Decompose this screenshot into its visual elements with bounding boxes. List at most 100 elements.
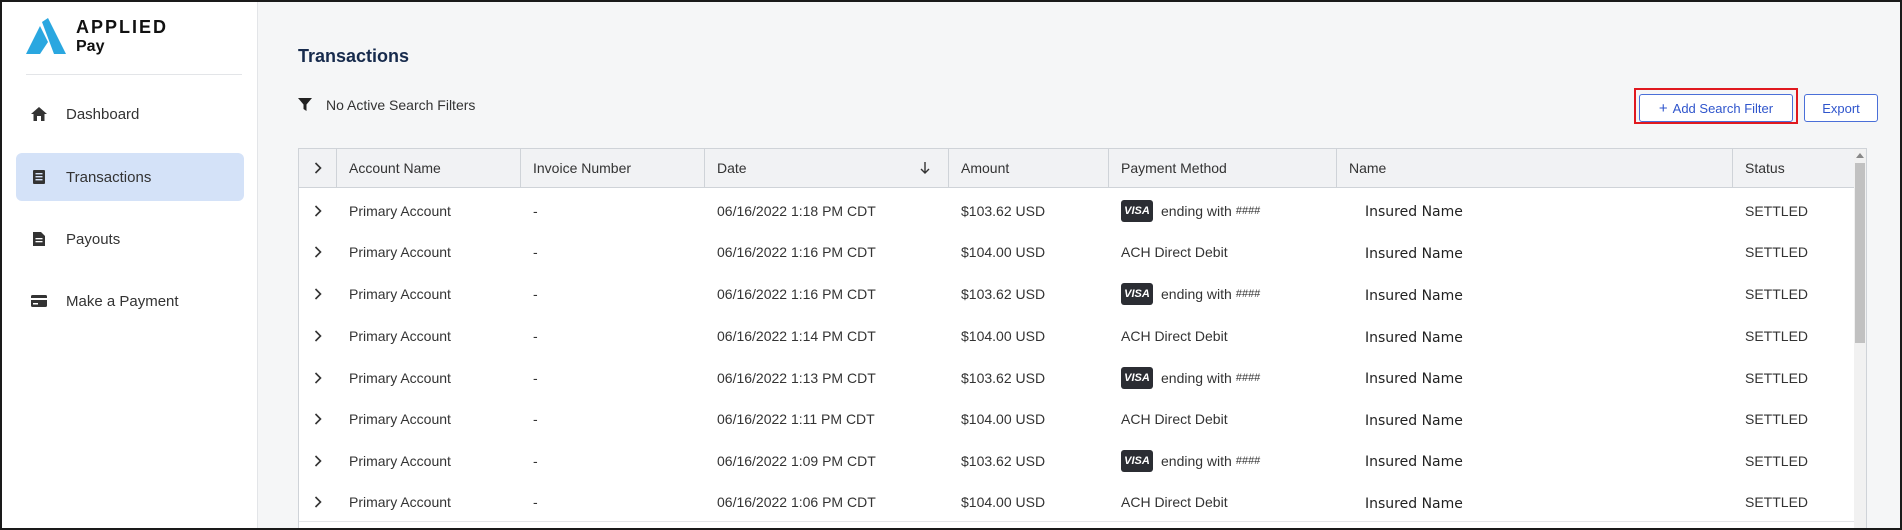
table-row[interactable]: Primary Account - 06/16/2022 1:11 PM CDT $1… bbox=[299, 400, 1854, 439]
table-row[interactable]: Primary Account - 06/16/2022 1:14 PM CDT $1… bbox=[299, 317, 1854, 356]
home-icon bbox=[30, 105, 48, 123]
column-header-label: Name bbox=[1349, 160, 1387, 176]
masked-card-number: #### bbox=[1235, 204, 1261, 217]
row-expand-toggle[interactable] bbox=[299, 271, 337, 317]
app-window: APPLIED Pay Dashboard Transactions Payou… bbox=[0, 0, 1902, 530]
cell-date: 06/16/2022 1:14 PM CDT bbox=[717, 328, 876, 344]
row-expand-toggle[interactable] bbox=[299, 317, 337, 355]
cell-status: SETTLED bbox=[1745, 244, 1809, 260]
sidebar-item-dashboard[interactable]: Dashboard bbox=[16, 90, 244, 138]
cell-date: 06/16/2022 1:09 PM CDT bbox=[717, 452, 876, 469]
cell-name: Insured Name bbox=[1365, 371, 1463, 387]
expand-all-toggle[interactable] bbox=[299, 149, 337, 187]
chevron-right-icon bbox=[314, 330, 322, 342]
cell-name: Insured Name bbox=[1365, 287, 1463, 304]
cell-amount: $104.00 USD bbox=[961, 411, 1046, 427]
sidebar-item-payouts[interactable]: Payouts bbox=[16, 215, 244, 263]
chevron-right-icon bbox=[314, 162, 322, 174]
credit-card-icon bbox=[30, 292, 48, 310]
cell-invoice-number: - bbox=[533, 411, 538, 427]
payment-method-text: ending with bbox=[1161, 452, 1232, 469]
sort-descending-icon bbox=[920, 162, 930, 174]
row-expand-toggle[interactable] bbox=[299, 400, 337, 438]
column-header-amount[interactable]: Amount bbox=[949, 149, 1109, 187]
cell-name: Insured Name bbox=[1365, 454, 1463, 470]
column-header-name[interactable]: Name bbox=[1337, 149, 1733, 187]
cell-status: SETTLED bbox=[1745, 202, 1809, 219]
cell-account-name: Primary Account bbox=[349, 494, 451, 510]
sidebar-item-label: Make a Payment bbox=[66, 292, 179, 310]
masked-card-number: #### bbox=[1235, 454, 1261, 467]
column-header-status[interactable]: Status bbox=[1733, 149, 1854, 187]
column-header-invoice-number[interactable]: Invoice Number bbox=[521, 149, 705, 187]
divider bbox=[26, 74, 242, 75]
row-expand-toggle[interactable] bbox=[299, 233, 337, 271]
cell-amount: $103.62 USD bbox=[961, 202, 1046, 219]
vertical-scrollbar[interactable] bbox=[1854, 149, 1866, 528]
cell-amount: $104.00 USD bbox=[961, 244, 1046, 260]
column-header-label: Invoice Number bbox=[533, 160, 632, 176]
column-header-label: Amount bbox=[961, 160, 1010, 176]
cell-date: 06/16/2022 1:16 PM CDT bbox=[717, 286, 876, 302]
applied-pay-logo[interactable]: APPLIED Pay bbox=[26, 17, 236, 58]
table-row[interactable]: Primary Account - 06/16/2022 1:06 PM CDT $1… bbox=[299, 483, 1854, 522]
add-search-filter-button[interactable]: + Add Search Filter bbox=[1639, 94, 1793, 122]
row-expand-toggle[interactable] bbox=[299, 355, 337, 400]
cell-date: 06/16/2022 1:13 PM CDT bbox=[717, 369, 876, 386]
cell-invoice-number: - bbox=[533, 328, 538, 344]
cell-name: Insured Name bbox=[1365, 329, 1463, 346]
table-header: Account Name Invoice Number Date Amount … bbox=[299, 149, 1854, 188]
cell-invoice-number: - bbox=[533, 244, 538, 260]
cell-amount: $103.62 USD bbox=[961, 452, 1046, 469]
row-expand-toggle[interactable] bbox=[299, 483, 337, 521]
cell-account-name: Primary Account bbox=[349, 328, 451, 344]
visa-card-icon: VISA bbox=[1121, 283, 1153, 305]
scrollbar-thumb[interactable] bbox=[1855, 163, 1865, 343]
scroll-up-arrow-icon[interactable] bbox=[1856, 153, 1864, 158]
brand-product: Pay bbox=[76, 38, 105, 55]
cell-amount: $104.00 USD bbox=[961, 494, 1046, 510]
cell-payment-method: VISA ending with #### bbox=[1121, 438, 1335, 483]
column-header-account-name[interactable]: Account Name bbox=[337, 149, 521, 187]
cell-status: SETTLED bbox=[1745, 286, 1809, 302]
applied-logo-icon bbox=[26, 18, 66, 54]
cell-status: SETTLED bbox=[1745, 494, 1809, 510]
sidebar-item-transactions[interactable]: Transactions bbox=[16, 153, 244, 201]
chevron-right-icon bbox=[314, 454, 322, 467]
cell-payment-method: ACH Direct Debit bbox=[1121, 328, 1228, 344]
cell-payment-method: ACH Direct Debit bbox=[1121, 411, 1228, 427]
cell-payment-method: VISA ending with #### bbox=[1121, 355, 1335, 400]
cell-date: 06/16/2022 1:16 PM CDT bbox=[717, 244, 876, 260]
cell-date: 06/16/2022 1:18 PM CDT bbox=[717, 202, 876, 219]
cell-status: SETTLED bbox=[1745, 328, 1809, 344]
cell-account-name: Primary Account bbox=[349, 286, 451, 302]
row-expand-toggle[interactable] bbox=[299, 188, 337, 233]
page-title: Transactions bbox=[298, 46, 410, 66]
transactions-table: Account Name Invoice Number Date Amount … bbox=[298, 148, 1867, 528]
cell-date: 06/16/2022 1:11 PM CDT bbox=[717, 411, 875, 427]
column-header-label: Account Name bbox=[349, 160, 441, 176]
sidebar-item-label: Dashboard bbox=[66, 105, 140, 123]
table-row[interactable]: Primary Account - 06/16/2022 1:13 PM CDT $1… bbox=[299, 355, 1854, 401]
table-row[interactable]: Primary Account - 06/16/2022 1:18 PM CDT $1… bbox=[299, 188, 1854, 234]
chevron-right-icon bbox=[314, 288, 322, 300]
sidebar-item-make-a-payment[interactable]: Make a Payment bbox=[16, 277, 244, 325]
filter-status-text: No Active Search Filters bbox=[326, 97, 476, 113]
cell-date: 06/16/2022 1:06 PM CDT bbox=[717, 494, 876, 510]
row-expand-toggle[interactable] bbox=[299, 438, 337, 483]
cell-amount: $103.62 USD bbox=[961, 369, 1046, 386]
export-button[interactable]: Export bbox=[1804, 94, 1878, 122]
visa-card-icon: VISA bbox=[1121, 366, 1153, 389]
table-row[interactable]: Primary Account - 06/16/2022 1:09 PM CDT $1… bbox=[299, 438, 1854, 484]
column-header-date[interactable]: Date bbox=[705, 149, 949, 187]
visa-card-icon: VISA bbox=[1121, 449, 1153, 472]
column-header-payment-method[interactable]: Payment Method bbox=[1109, 149, 1337, 187]
table-row[interactable]: Primary Account - 06/16/2022 1:16 PM CDT $1… bbox=[299, 271, 1854, 318]
cell-account-name: Primary Account bbox=[349, 244, 451, 260]
cell-status: SETTLED bbox=[1745, 369, 1809, 386]
filter-status: No Active Search Filters bbox=[298, 97, 475, 113]
cell-invoice-number: - bbox=[533, 286, 538, 302]
visa-card-icon: VISA bbox=[1121, 199, 1153, 222]
table-row[interactable]: Primary Account - 06/16/2022 1:16 PM CDT $1… bbox=[299, 233, 1854, 272]
add-search-filter-label: Add Search Filter bbox=[1672, 100, 1774, 116]
